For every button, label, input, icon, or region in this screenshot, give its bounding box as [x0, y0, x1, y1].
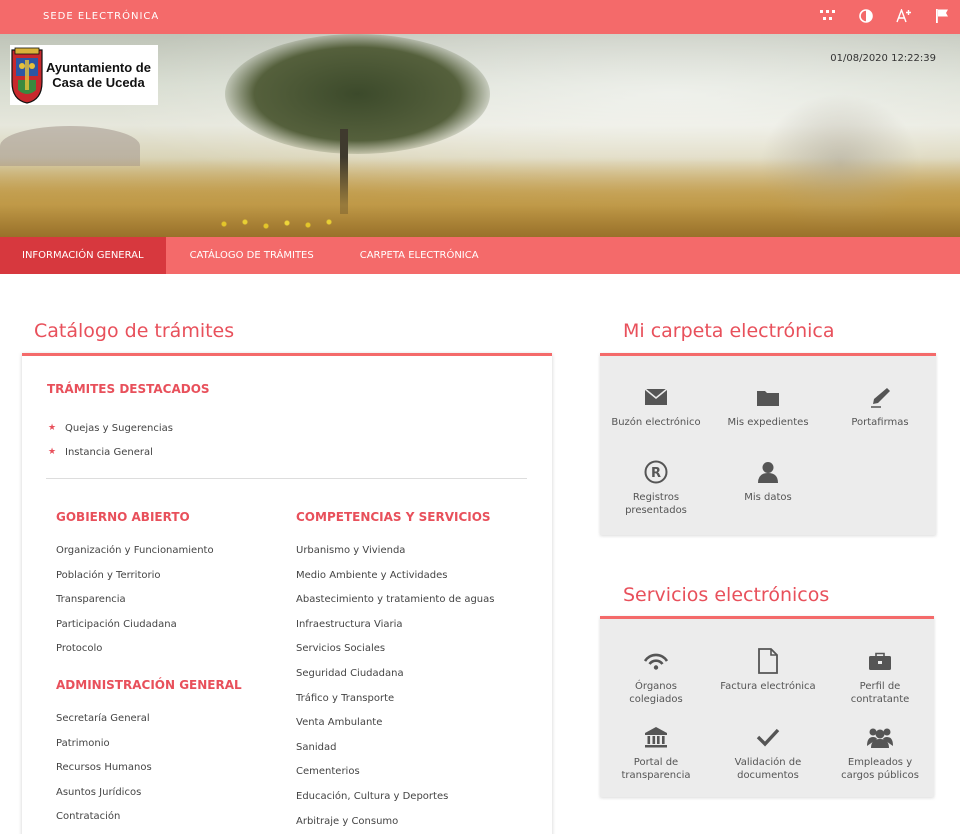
- briefcase-icon: [824, 648, 936, 674]
- list-item[interactable]: Venta Ambulante: [296, 711, 494, 736]
- accessibility-tools: [820, 6, 950, 26]
- site-brand[interactable]: SEDE ELECTRÓNICA: [43, 11, 159, 22]
- list-item[interactable]: Organización y Funcionamiento: [56, 539, 214, 564]
- list-item[interactable]: Participación Ciudadana: [56, 613, 214, 638]
- star-icon: ★: [48, 423, 57, 433]
- list-item[interactable]: Abastecimiento y tratamiento de aguas: [296, 588, 494, 613]
- user-icon: [712, 459, 824, 485]
- document-icon: [712, 648, 824, 674]
- group-icon: [824, 724, 936, 750]
- municipality-logo[interactable]: Ayuntamiento de Casa de Uceda: [10, 45, 158, 105]
- tile-portal-transparencia[interactable]: Portal de transparencia: [600, 724, 712, 782]
- sitemap-icon[interactable]: [820, 6, 836, 26]
- tile-portafirmas[interactable]: Portafirmas: [824, 384, 936, 429]
- list-item[interactable]: Patrimonio: [56, 732, 152, 757]
- coat-of-arms-icon: [11, 47, 43, 104]
- list-item[interactable]: Arbitraje y Consumo: [296, 810, 494, 834]
- list-item[interactable]: Protocolo: [56, 637, 214, 662]
- catalog-title: Catálogo de trámites: [34, 320, 235, 342]
- header-banner: Ayuntamiento de Casa de Uceda 01/08/2020…: [0, 34, 960, 237]
- servicios-panel: Órganos colegiados Factura electrónica P…: [600, 616, 934, 797]
- registered-icon: R: [600, 459, 712, 485]
- list-item[interactable]: Servicios Sociales: [296, 637, 494, 662]
- nav-informacion-general[interactable]: INFORMACIÓN GENERAL: [0, 237, 166, 274]
- tile-mis-datos[interactable]: Mis datos: [712, 459, 824, 504]
- list-item[interactable]: Tráfico y Transporte: [296, 687, 494, 712]
- envelope-icon: [600, 384, 712, 410]
- list-item[interactable]: Secretaría General: [56, 707, 152, 732]
- carpeta-panel: Buzón electrónico Mis expedientes Portaf…: [600, 353, 936, 535]
- administracion-list: Secretaría General Patrimonio Recursos H…: [56, 707, 152, 830]
- municipality-name: Ayuntamiento de Casa de Uceda: [46, 60, 151, 90]
- tile-empleados[interactable]: Empleados y cargos públicos: [824, 724, 936, 782]
- list-item[interactable]: Recursos Humanos: [56, 756, 152, 781]
- tile-expedientes[interactable]: Mis expedientes: [712, 384, 824, 429]
- catalog-panel: TRÁMITES DESTACADOS ★ Quejas y Sugerencia…: [22, 353, 552, 834]
- folder-icon: [712, 384, 824, 410]
- list-item[interactable]: Asuntos Jurídicos: [56, 781, 152, 806]
- divider: [46, 478, 527, 479]
- nav-catalogo-tramites[interactable]: CATÁLOGO DE TRÁMITES: [166, 237, 336, 274]
- flag-icon[interactable]: [934, 6, 950, 26]
- tile-organos[interactable]: Órganos colegiados: [600, 648, 712, 706]
- administracion-heading: ADMINISTRACIÓN GENERAL: [56, 678, 242, 692]
- list-item[interactable]: Seguridad Ciudadana: [296, 662, 494, 687]
- signal-icon: [600, 648, 712, 674]
- featured-list: ★ Quejas y Sugerencias ★ Instancia General: [48, 416, 173, 464]
- list-item[interactable]: Sanidad: [296, 736, 494, 761]
- list-item[interactable]: Población y Territorio: [56, 564, 214, 589]
- svg-text:R: R: [651, 466, 661, 481]
- check-icon: [712, 724, 824, 750]
- competencias-heading: COMPETENCIAS Y SERVICIOS: [296, 510, 491, 524]
- list-item[interactable]: Educación, Cultura y Deportes: [296, 785, 494, 810]
- nav-carpeta-electronica[interactable]: CARPETA ELECTRÓNICA: [336, 237, 501, 274]
- institution-icon: [600, 724, 712, 750]
- current-datetime: 01/08/2020 12:22:39: [830, 53, 936, 64]
- star-icon: ★: [48, 447, 57, 457]
- list-item[interactable]: Transparencia: [56, 588, 214, 613]
- tile-buzon[interactable]: Buzón electrónico: [600, 384, 712, 429]
- featured-heading: TRÁMITES DESTACADOS: [47, 382, 210, 396]
- tile-registros[interactable]: R Registros presentados: [600, 459, 712, 517]
- list-item[interactable]: Infraestructura Viaria: [296, 613, 494, 638]
- top-bar: SEDE ELECTRÓNICA: [0, 0, 960, 34]
- tile-validacion[interactable]: Validación de documentos: [712, 724, 824, 782]
- carpeta-title: Mi carpeta electrónica: [623, 320, 835, 342]
- list-item[interactable]: Medio Ambiente y Actividades: [296, 564, 494, 589]
- competencias-list: Urbanismo y Vivienda Medio Ambiente y Ac…: [296, 539, 494, 834]
- gobierno-heading: GOBIERNO ABIERTO: [56, 510, 190, 524]
- pen-icon: [824, 384, 936, 410]
- tile-perfil-contratante[interactable]: Perfil de contratante: [824, 648, 936, 706]
- font-size-icon[interactable]: [896, 6, 912, 26]
- list-item[interactable]: Contratación: [56, 805, 152, 830]
- featured-item[interactable]: ★ Quejas y Sugerencias: [48, 416, 173, 440]
- contrast-icon[interactable]: [858, 6, 874, 26]
- featured-item[interactable]: ★ Instancia General: [48, 440, 173, 464]
- main-navigation: INFORMACIÓN GENERAL CATÁLOGO DE TRÁMITES…: [0, 237, 960, 274]
- servicios-title: Servicios electrónicos: [623, 584, 830, 606]
- gobierno-list: Organización y Funcionamiento Población …: [56, 539, 214, 662]
- tile-factura[interactable]: Factura electrónica: [712, 648, 824, 693]
- list-item[interactable]: Urbanismo y Vivienda: [296, 539, 494, 564]
- list-item[interactable]: Cementerios: [296, 760, 494, 785]
